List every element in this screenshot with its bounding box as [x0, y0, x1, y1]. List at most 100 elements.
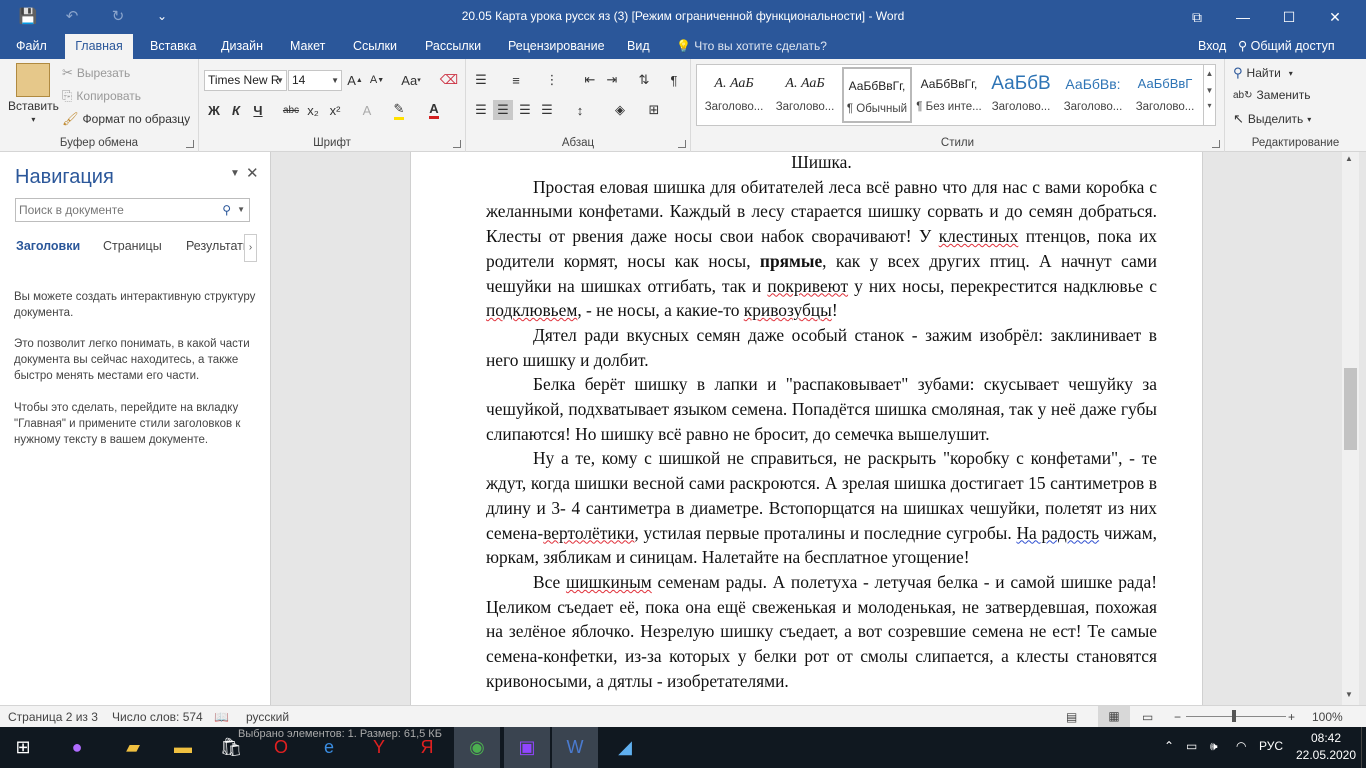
more-styles-icon[interactable]: ▾	[1204, 101, 1215, 110]
styles-scroll[interactable]: ▲ ▼ ▾	[1204, 64, 1216, 126]
clipboard-launcher-icon[interactable]	[186, 140, 194, 148]
copy-button[interactable]: ⎘ Копировать	[62, 88, 141, 104]
align-left-icon[interactable]: ☰	[471, 100, 491, 120]
wifi-icon[interactable]: ◠	[1236, 739, 1246, 753]
shrink-font-icon[interactable]: A ▼	[367, 70, 387, 90]
tray-chevron-icon[interactable]: ⌃	[1164, 739, 1174, 753]
chevron-up-icon[interactable]: ▲	[1204, 69, 1215, 78]
search-icon[interactable]: ⚲	[222, 199, 231, 221]
page-count[interactable]: Страница 2 из 3	[8, 710, 98, 724]
change-case-icon[interactable]: Aa ▾	[397, 70, 425, 90]
nav-tab-headings[interactable]: Заголовки	[16, 239, 80, 253]
pilcrow-icon[interactable]: ¶	[664, 70, 684, 90]
replace-button[interactable]: ab↻ Заменить	[1233, 88, 1310, 102]
align-right-icon[interactable]: ☰	[515, 100, 535, 120]
strikethrough-button[interactable]: abc	[281, 100, 301, 120]
styles-launcher-icon[interactable]	[1212, 140, 1220, 148]
shading-icon[interactable]: ◈	[610, 100, 630, 120]
paste-button[interactable]: Вставить ▾	[8, 63, 59, 124]
sign-in-link[interactable]: Вход	[1198, 34, 1226, 59]
zoom-out-icon[interactable]: −	[1174, 710, 1181, 724]
clear-formatting-icon[interactable]: ⌫	[439, 70, 459, 90]
style-heading-5[interactable]: АаБбВвГ Заголово...	[1130, 67, 1200, 123]
zoom-slider[interactable]	[1186, 716, 1286, 717]
sort-icon[interactable]: ⇅	[634, 70, 654, 90]
font-name-combo[interactable]: Times New R ▼	[204, 70, 287, 91]
volume-icon[interactable]: 🕪	[1210, 739, 1218, 754]
bullets-icon[interactable]: ☰	[471, 70, 491, 90]
justify-icon[interactable]: ☰	[537, 100, 557, 120]
nav-tab-results[interactable]: Результаты	[186, 239, 244, 253]
format-painter-button[interactable]: 🖌 Формат по образцу	[62, 111, 190, 127]
superscript-button[interactable]: x²	[325, 100, 345, 120]
style-no-spacing[interactable]: АаБбВвГг, ¶ Без инте...	[914, 67, 984, 123]
maximize-icon[interactable]: ☐	[1266, 0, 1312, 34]
tab-file[interactable]: Файл	[8, 34, 55, 59]
document-page[interactable]: Шишка. Простая еловая шишка для обитател…	[410, 152, 1203, 705]
style-heading-2[interactable]: А. АаБ Заголово...	[770, 67, 840, 123]
tab-layout[interactable]: Макет	[282, 34, 333, 59]
file-explorer-pin-icon[interactable]: ▰	[110, 727, 156, 768]
zoom-level[interactable]: 100%	[1312, 710, 1343, 724]
bold-button[interactable]: Ж	[204, 100, 224, 120]
zoom-slider-thumb[interactable]	[1232, 710, 1236, 722]
tab-view[interactable]: Вид	[619, 34, 658, 59]
tell-me-box[interactable]: 💡 Что вы хотите сделать?	[676, 34, 827, 59]
align-center-icon[interactable]: ☰	[493, 100, 513, 120]
tab-insert[interactable]: Вставка	[142, 34, 204, 59]
app-icon[interactable]: ◢	[602, 727, 648, 768]
web-layout-icon[interactable]: ▭	[1142, 710, 1153, 724]
cut-button[interactable]: ✂ Вырезать	[62, 65, 130, 81]
underline-button[interactable]: Ч	[248, 100, 268, 120]
language-indicator[interactable]: РУС	[1259, 739, 1283, 753]
tab-design[interactable]: Дизайн	[213, 34, 271, 59]
close-icon[interactable]: ✕	[1312, 0, 1358, 34]
nav-tab-pages[interactable]: Страницы	[103, 239, 162, 253]
numbering-icon[interactable]: ≡	[506, 70, 526, 90]
font-color-icon[interactable]: A	[424, 100, 444, 120]
network-icon[interactable]: ▭	[1186, 739, 1197, 753]
cortana-icon[interactable]: ●	[54, 727, 100, 768]
chrome-icon[interactable]: ◉	[454, 727, 500, 768]
find-button[interactable]: ⚲ Найти ▾	[1233, 65, 1293, 81]
nav-options-icon[interactable]: ▼	[230, 168, 240, 179]
style-heading-3[interactable]: АаБбВ Заголово...	[986, 67, 1056, 123]
word-count[interactable]: Число слов: 574	[112, 710, 203, 724]
twitch-icon[interactable]: ▣	[504, 727, 550, 768]
subscript-button[interactable]: x₂	[303, 100, 323, 120]
clock-date[interactable]: 22.05.2020	[1294, 748, 1358, 762]
language-indicator[interactable]: русский	[246, 710, 289, 724]
show-desktop-button[interactable]	[1361, 727, 1366, 768]
scroll-down-icon[interactable]: ▼	[1345, 690, 1353, 699]
increase-indent-icon[interactable]: ⇥	[602, 70, 622, 90]
line-spacing-icon[interactable]: ↕	[570, 100, 590, 120]
italic-button[interactable]: К	[226, 100, 246, 120]
nav-search-input[interactable]: Поиск в документе ⚲ ▼	[15, 198, 250, 222]
folder-icon[interactable]: ▬	[160, 727, 206, 768]
text-effects-icon[interactable]: A	[357, 100, 377, 120]
windows-start-icon[interactable]: ⊞	[0, 727, 46, 768]
nav-close-icon[interactable]: ✕	[246, 164, 259, 182]
style-normal[interactable]: АаБбВвГг, ¶ Обычный	[842, 67, 912, 123]
select-button[interactable]: ↖ Выделить ▾	[1233, 111, 1311, 127]
font-size-combo[interactable]: 14 ▼	[288, 70, 342, 91]
chevron-down-icon[interactable]: ▼	[237, 199, 245, 221]
zoom-in-icon[interactable]: +	[1288, 710, 1295, 724]
paragraph-launcher-icon[interactable]	[678, 140, 686, 148]
chevron-right-icon[interactable]: ›	[244, 234, 257, 262]
scroll-up-icon[interactable]: ▲	[1345, 154, 1353, 163]
borders-icon[interactable]: ⊞	[644, 100, 664, 120]
font-launcher-icon[interactable]	[453, 140, 461, 148]
style-heading-1[interactable]: А. АаБ Заголово...	[699, 67, 769, 123]
clock-time[interactable]: 08:42	[1306, 731, 1346, 745]
proofing-icon[interactable]: 📖	[214, 710, 229, 724]
ribbon-display-options-icon[interactable]: ⧉	[1174, 0, 1220, 34]
print-layout-icon[interactable]: ▦	[1098, 706, 1130, 727]
tab-review[interactable]: Рецензирование	[500, 34, 613, 59]
share-button[interactable]: ⚲ Общий доступ	[1238, 34, 1335, 59]
document-text[interactable]: Шишка. Простая еловая шишка для обитател…	[486, 152, 1157, 693]
tab-references[interactable]: Ссылки	[345, 34, 405, 59]
grow-font-icon[interactable]: A ▲	[345, 70, 365, 90]
minimize-icon[interactable]: —	[1220, 0, 1266, 34]
decrease-indent-icon[interactable]: ⇤	[580, 70, 600, 90]
